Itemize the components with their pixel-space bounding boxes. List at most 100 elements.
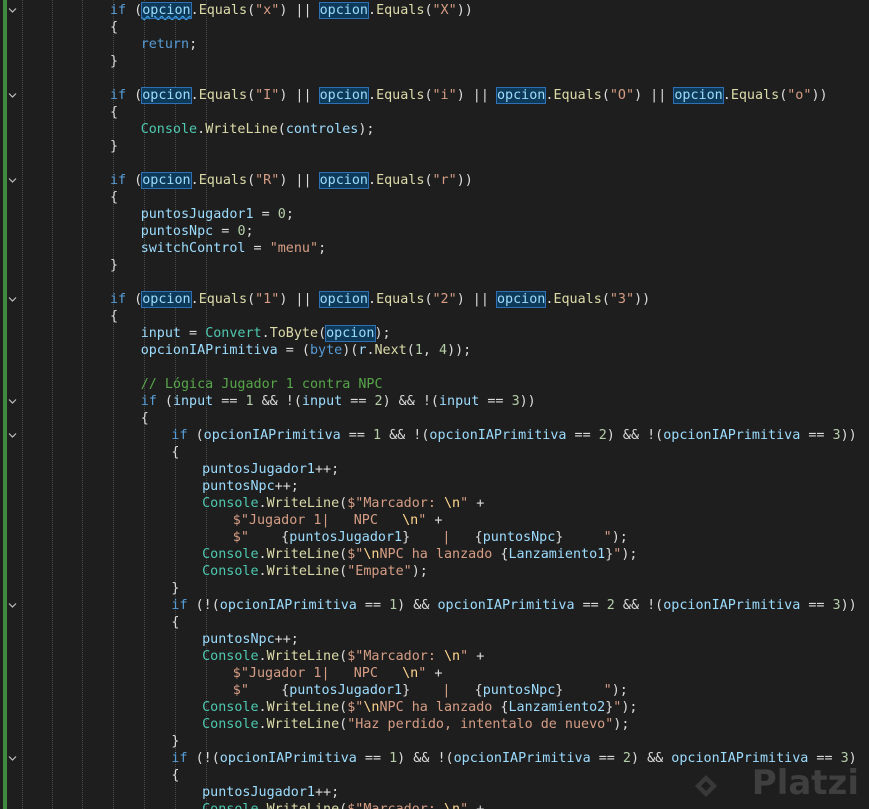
code-line[interactable]: Console.WriteLine($"Marcador: \n" + [0,648,869,665]
punctuation: ( [339,700,348,715]
code-line[interactable]: if (opcionIAPrimitiva == 1 && !(opcionIA… [0,427,869,444]
code-line[interactable]: { [0,189,869,206]
method-name: WriteLine [266,649,340,664]
code-line[interactable]: Console.WriteLine(controles); [0,121,869,138]
code-line[interactable]: if (opcion.Equals("1") || opcion.Equals(… [0,291,869,308]
code-text: puntosNpc = 0; [141,223,254,240]
keyword: if [171,428,188,443]
code-line[interactable]: if (!(opcionIAPrimitiva == 1) && !(opcio… [0,750,869,767]
code-line[interactable]: if (opcion.Equals("x") || opcion.Equals(… [0,2,869,19]
code-line[interactable]: $" {puntosJugador1} | {puntosNpc} "); [0,682,869,699]
code-line[interactable]: } [0,53,869,70]
highlighted-identifier: opcion [673,87,724,104]
code-line[interactable]: { [0,19,869,36]
punctuation: } [402,683,411,698]
code-line[interactable]: return; [0,36,869,53]
punctuation: ( [247,173,256,188]
string-literal: " [460,649,469,664]
method-name: WriteLine [266,547,340,562]
type-name: Convert [205,326,262,341]
variable: controles [285,122,359,137]
code-text: if (!(opcionIAPrimitiva == 1) && opcionI… [171,597,856,614]
code-line[interactable]: switchControl = "menu"; [0,240,869,257]
code-line[interactable] [0,359,869,376]
highlighted-identifier: opcion [141,2,192,19]
code-line[interactable]: puntosJugador1++; [0,784,869,801]
string-literal: $"Marcador: [347,496,444,511]
punctuation: { [110,20,119,35]
code-line[interactable]: { [0,614,869,631]
code-line[interactable]: $"Jugador 1| NPC \n" + [0,665,869,682]
code-line[interactable]: opcionIAPrimitiva = (byte)(r.Next(1, 4))… [0,342,869,359]
punctuation: + [468,649,485,664]
punctuation: ( [424,3,433,18]
variable: switchControl [140,241,246,256]
punctuation: + [468,496,485,511]
fold-chevron-icon[interactable] [8,295,17,304]
code-line[interactable]: puntosNpc = 0; [0,223,869,240]
code-line[interactable]: if (opcion.Equals("I") || opcion.Equals(… [0,87,869,104]
fold-chevron-icon[interactable] [8,754,17,763]
code-line[interactable]: if (opcion.Equals("R") || opcion.Equals(… [0,172,869,189]
punctuation: ( [406,343,415,358]
code-line[interactable]: { [0,444,869,461]
punctuation: ( [126,88,143,103]
punctuation: } [402,530,411,545]
code-line[interactable]: Console.WriteLine($"\nNPC ha lanzado {La… [0,546,869,563]
code-line[interactable]: Console.WriteLine($"Marcador: \n" + [0,801,869,809]
fold-chevron-icon[interactable] [8,176,17,185]
keyword: return [140,37,190,52]
punctuation: ) && [397,598,438,613]
fold-chevron-icon[interactable] [8,397,17,406]
code-line[interactable]: puntosNpc++; [0,478,869,495]
code-line[interactable]: { [0,767,869,784]
code-line[interactable] [0,155,869,172]
string-literal: | [410,530,475,545]
keyword: if [110,292,127,307]
variable: puntosNpc [202,632,275,647]
code-line[interactable]: Console.WriteLine($"\nNPC ha lanzado {La… [0,699,869,716]
code-line[interactable]: // Lógica Jugador 1 contra NPC [0,376,869,393]
code-line[interactable]: } [0,257,869,274]
punctuation: == [340,428,373,443]
code-line[interactable]: if (!(opcionIAPrimitiva == 1) && opcionI… [0,597,869,614]
code-line[interactable]: if (input == 1 && !(input == 2) && !(inp… [0,393,869,410]
code-text: } [171,733,179,750]
code-line[interactable]: $" {puntosJugador1} | {puntosNpc} "); [0,529,869,546]
type-name: Console [202,649,259,664]
code-line[interactable]: } [0,138,869,155]
code-line[interactable]: puntosJugador1++; [0,461,869,478]
code-line[interactable]: { [0,410,869,427]
code-line[interactable]: { [0,104,869,121]
code-line[interactable]: Console.WriteLine("Haz perdido, intental… [0,716,869,733]
punctuation: { [474,530,483,545]
code-line[interactable]: puntosNpc++; [0,631,869,648]
string-literal: "i" [432,88,457,103]
string-literal: $" [347,547,364,562]
variable: puntosNpc [482,683,556,698]
punctuation: ( [339,564,348,579]
code-line[interactable]: } [0,733,869,750]
fold-chevron-icon[interactable] [8,6,17,15]
code-line[interactable]: Console.WriteLine($"Marcador: \n" + [0,495,869,512]
fold-chevron-icon[interactable] [8,91,17,100]
punctuation: ) || [634,88,675,103]
punctuation: ( [318,326,327,341]
code-line[interactable]: $"Jugador 1| NPC \n" + [0,512,869,529]
code-line[interactable]: puntosJugador1 = 0; [0,206,869,223]
code-editor[interactable]: if (opcion.Equals("x") || opcion.Equals(… [0,0,869,809]
code-line[interactable] [0,70,869,87]
fold-chevron-icon[interactable] [8,431,17,440]
code-line[interactable]: Console.WriteLine("Empate"); [0,563,869,580]
code-line[interactable]: input = Convert.ToByte(opcion); [0,325,869,342]
punctuation: == [566,428,599,443]
code-line[interactable]: { [0,308,869,325]
code-line[interactable]: } [0,580,869,597]
punctuation: . [190,173,199,188]
number-literal: 3 [832,428,841,443]
punctuation: + [468,802,484,809]
variable: opcionIAPrimitiva [437,598,575,613]
code-line[interactable] [0,274,869,291]
fold-chevron-icon[interactable] [8,601,17,610]
escape-sequence: \n [402,513,419,528]
